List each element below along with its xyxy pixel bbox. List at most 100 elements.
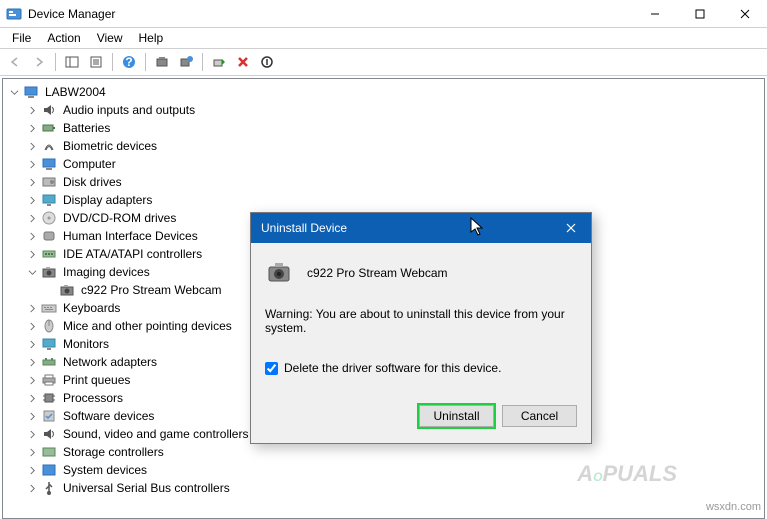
category-icon <box>41 318 57 334</box>
uninstall-button[interactable]: Uninstall <box>419 405 494 427</box>
category-label: Monitors <box>61 336 111 352</box>
expander-closed-icon[interactable] <box>25 319 39 333</box>
uninstall-dialog: Uninstall Device c922 Pro Stream Webcam … <box>250 212 592 444</box>
show-hide-tree-button[interactable] <box>61 51 83 73</box>
category-icon <box>41 192 57 208</box>
dialog-title: Uninstall Device <box>261 221 551 235</box>
category-label: Disk drives <box>61 174 124 190</box>
forward-button[interactable] <box>28 51 50 73</box>
expander-closed-icon[interactable] <box>25 337 39 351</box>
cancel-button[interactable]: Cancel <box>502 405 577 427</box>
properties-toolbar-button[interactable] <box>85 51 107 73</box>
tree-category[interactable]: System devices <box>25 461 764 479</box>
disable-device-button[interactable] <box>256 51 278 73</box>
expander-closed-icon[interactable] <box>25 463 39 477</box>
tree-category[interactable]: Disk drives <box>25 173 764 191</box>
expander-closed-icon[interactable] <box>25 139 39 153</box>
minimize-button[interactable] <box>632 0 677 28</box>
category-label: Mice and other pointing devices <box>61 318 234 334</box>
help-button[interactable]: ? <box>118 51 140 73</box>
category-icon <box>41 102 57 118</box>
expander-closed-icon[interactable] <box>25 409 39 423</box>
delete-driver-checkbox[interactable]: Delete the driver software for this devi… <box>265 361 577 375</box>
tree-category[interactable]: Universal Serial Bus controllers <box>25 479 764 497</box>
app-icon <box>6 6 22 22</box>
expander-closed-icon[interactable] <box>25 103 39 117</box>
tree-root[interactable]: LABW2004 <box>7 83 764 101</box>
menu-file[interactable]: File <box>4 29 39 47</box>
expander-open-icon[interactable] <box>25 265 39 279</box>
expander-closed-icon[interactable] <box>25 211 39 225</box>
expander-closed-icon[interactable] <box>25 481 39 495</box>
category-icon <box>41 300 57 316</box>
menu-bar: File Action View Help <box>0 28 767 48</box>
menu-help[interactable]: Help <box>131 29 172 47</box>
tree-category[interactable]: Batteries <box>25 119 764 137</box>
expander-closed-icon[interactable] <box>25 427 39 441</box>
webcam-icon <box>265 257 297 289</box>
dialog-titlebar: Uninstall Device <box>251 213 591 243</box>
dialog-close-button[interactable] <box>551 213 591 243</box>
category-icon <box>41 336 57 352</box>
category-label: Processors <box>61 390 125 406</box>
category-label: Human Interface Devices <box>61 228 200 244</box>
delete-driver-label: Delete the driver software for this devi… <box>284 361 501 375</box>
menu-action[interactable]: Action <box>39 29 88 47</box>
category-icon <box>41 138 57 154</box>
tree-category[interactable]: Storage controllers <box>25 443 764 461</box>
category-label: Print queues <box>61 372 132 388</box>
category-icon <box>41 444 57 460</box>
category-icon <box>41 228 57 244</box>
tree-category[interactable]: Computer <box>25 155 764 173</box>
add-legacy-button[interactable] <box>175 51 197 73</box>
svg-text:?: ? <box>125 55 132 69</box>
maximize-button[interactable] <box>677 0 722 28</box>
category-label: IDE ATA/ATAPI controllers <box>61 246 204 262</box>
expander-closed-icon[interactable] <box>25 391 39 405</box>
expander-closed-icon[interactable] <box>25 373 39 387</box>
uninstall-toolbar-button[interactable] <box>232 51 254 73</box>
category-icon <box>41 120 57 136</box>
toolbar: ? <box>0 48 767 76</box>
expander-closed-icon[interactable] <box>25 193 39 207</box>
category-label: Batteries <box>61 120 112 136</box>
tree-category[interactable]: Biometric devices <box>25 137 764 155</box>
expander-closed-icon[interactable] <box>25 445 39 459</box>
expander-closed-icon[interactable] <box>25 229 39 243</box>
category-icon <box>41 462 57 478</box>
expander-none <box>43 283 57 297</box>
close-button[interactable] <box>722 0 767 28</box>
webcam-icon <box>59 282 75 298</box>
computer-icon <box>23 84 39 100</box>
category-icon <box>41 264 57 280</box>
tree-category[interactable]: Audio inputs and outputs <box>25 101 764 119</box>
update-driver-button[interactable] <box>208 51 230 73</box>
tree-category[interactable]: Display adapters <box>25 191 764 209</box>
menu-view[interactable]: View <box>89 29 131 47</box>
scan-hardware-button[interactable] <box>151 51 173 73</box>
device-label: c922 Pro Stream Webcam <box>79 282 224 298</box>
category-icon <box>41 156 57 172</box>
category-label: Software devices <box>61 408 156 424</box>
category-label: System devices <box>61 462 149 478</box>
category-icon <box>41 174 57 190</box>
category-label: Network adapters <box>61 354 159 370</box>
expander-closed-icon[interactable] <box>25 247 39 261</box>
back-button[interactable] <box>4 51 26 73</box>
expander-closed-icon[interactable] <box>25 301 39 315</box>
category-icon <box>41 372 57 388</box>
category-label: Storage controllers <box>61 444 166 460</box>
expander-closed-icon[interactable] <box>25 157 39 171</box>
category-label: Sound, video and game controllers <box>61 426 250 442</box>
category-icon <box>41 246 57 262</box>
category-icon <box>41 390 57 406</box>
expander-open-icon[interactable] <box>7 85 21 99</box>
expander-closed-icon[interactable] <box>25 355 39 369</box>
category-icon <box>41 408 57 424</box>
category-icon <box>41 480 57 496</box>
category-icon <box>41 354 57 370</box>
tree-root-label: LABW2004 <box>43 84 108 100</box>
expander-closed-icon[interactable] <box>25 121 39 135</box>
expander-closed-icon[interactable] <box>25 175 39 189</box>
delete-driver-checkbox-input[interactable] <box>265 362 278 375</box>
